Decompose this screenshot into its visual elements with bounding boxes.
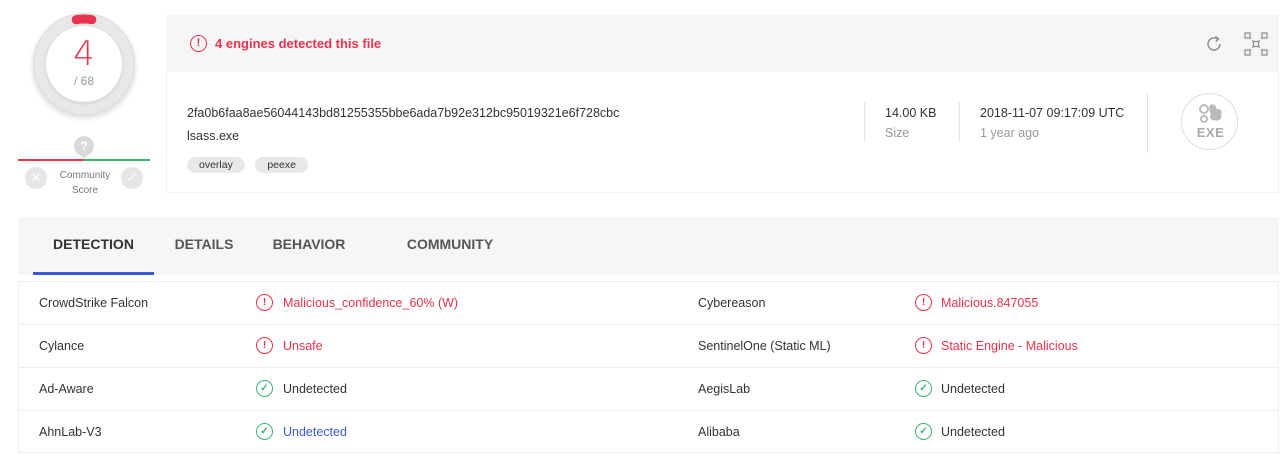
score-center: 4 / 68 xyxy=(46,26,122,102)
vote-harmless-button[interactable]: ✓ xyxy=(121,167,143,189)
check-circle-icon: ✓ xyxy=(915,423,932,440)
detection-result: Undetected xyxy=(283,382,347,396)
table-row: Cylance ! Unsafe SentinelOne (Static ML)… xyxy=(19,324,1278,367)
score-total-engines: / 68 xyxy=(73,74,94,88)
community-score-label: Community Score xyxy=(52,168,118,198)
community-score-label-line1: Community xyxy=(59,170,111,181)
table-row: AhnLab-V3 ✓ Undetected Alibaba ✓ Undetec… xyxy=(19,410,1278,453)
engine-name: CrowdStrike Falcon xyxy=(39,296,149,310)
file-hash[interactable]: 2fa0b6faa8ae56044143bd81255355bbe6ada7b9… xyxy=(187,106,619,120)
file-info-panel: 2fa0b6faa8ae56044143bd81255355bbe6ada7b9… xyxy=(166,72,1279,193)
table-row: CrowdStrike Falcon ! Malicious_confidenc… xyxy=(19,281,1278,324)
detection-table: CrowdStrike Falcon ! Malicious_confidenc… xyxy=(18,281,1279,453)
check-circle-icon: ✓ xyxy=(256,423,273,440)
analysis-date-value: 2018-11-07 09:17:09 UTC xyxy=(980,106,1125,120)
file-name: lsass.exe xyxy=(187,129,240,143)
community-score-bar-positive xyxy=(84,159,150,161)
tab-detection[interactable]: DETECTION xyxy=(33,217,154,275)
community-score-marker-icon: ? xyxy=(74,136,94,159)
tab-details[interactable]: DETAILS xyxy=(164,217,244,275)
tab-community[interactable]: COMMUNITY xyxy=(395,217,505,275)
detection-result: Malicious_confidence_60% (W) xyxy=(283,296,459,310)
graph-view-icon[interactable] xyxy=(1243,31,1269,57)
community-score-bar xyxy=(18,159,150,161)
divider xyxy=(959,102,960,142)
malicious-alert-icon: ! xyxy=(256,294,273,311)
tag-overlay[interactable]: overlay xyxy=(187,157,245,173)
file-tags: overlay peexe xyxy=(187,155,314,173)
check-circle-icon: ✓ xyxy=(256,380,273,397)
malicious-alert-icon: ! xyxy=(915,294,932,311)
engine-name: Cybereason xyxy=(698,296,766,310)
detection-result: Static Engine - Malicious xyxy=(941,339,1078,353)
detection-result: Unsafe xyxy=(283,339,323,353)
engine-name: Alibaba xyxy=(698,425,740,439)
detection-result: Malicious.847055 xyxy=(941,296,1039,310)
community-score: ? ✕ Community Score ✓ xyxy=(18,136,150,198)
detection-alert-bar: ! 4 engines detected this file xyxy=(166,15,1279,72)
report-tabs: DETECTION DETAILS BEHAVIOR COMMUNITY xyxy=(18,217,1279,275)
engine-name: SentinelOne (Static ML) xyxy=(698,339,831,353)
file-size-value: 14.00 KB xyxy=(885,106,937,120)
gears-icon xyxy=(1199,104,1222,123)
vote-harmful-button[interactable]: ✕ xyxy=(25,167,47,189)
detection-result-link[interactable]: Undetected xyxy=(283,411,347,454)
file-type-badge: EXE xyxy=(1181,93,1238,150)
malicious-alert-icon: ! xyxy=(915,337,932,354)
score-detected-count: 4 xyxy=(73,34,95,74)
detection-result: Undetected xyxy=(941,425,1005,439)
divider xyxy=(1147,92,1148,153)
check-circle-icon: ✓ xyxy=(915,380,932,397)
table-row: Ad-Aware ✓ Undetected AegisLab ✓ Undetec… xyxy=(19,367,1278,410)
file-size-label: Size xyxy=(885,126,910,140)
engine-name: AhnLab-V3 xyxy=(39,425,102,439)
analysis-date-relative: 1 year ago xyxy=(980,126,1040,140)
engine-name: Ad-Aware xyxy=(39,382,94,396)
tab-behavior[interactable]: BEHAVIOR xyxy=(264,217,354,275)
tag-peexe[interactable]: peexe xyxy=(255,157,308,173)
file-type-label: EXE xyxy=(1196,125,1225,140)
detection-score-ring: 4 / 68 xyxy=(33,13,135,115)
alert-exclamation-icon: ! xyxy=(190,35,207,52)
community-score-bar-negative xyxy=(18,159,84,161)
alert-message: 4 engines detected this file xyxy=(215,36,382,51)
engine-name: AegisLab xyxy=(698,382,751,396)
community-score-label-line2: Score xyxy=(71,185,99,196)
engine-name: Cylance xyxy=(39,339,85,353)
detection-result: Undetected xyxy=(941,382,1005,396)
malicious-alert-icon: ! xyxy=(256,337,273,354)
reanalyze-icon[interactable] xyxy=(1203,33,1225,55)
divider xyxy=(864,102,865,142)
